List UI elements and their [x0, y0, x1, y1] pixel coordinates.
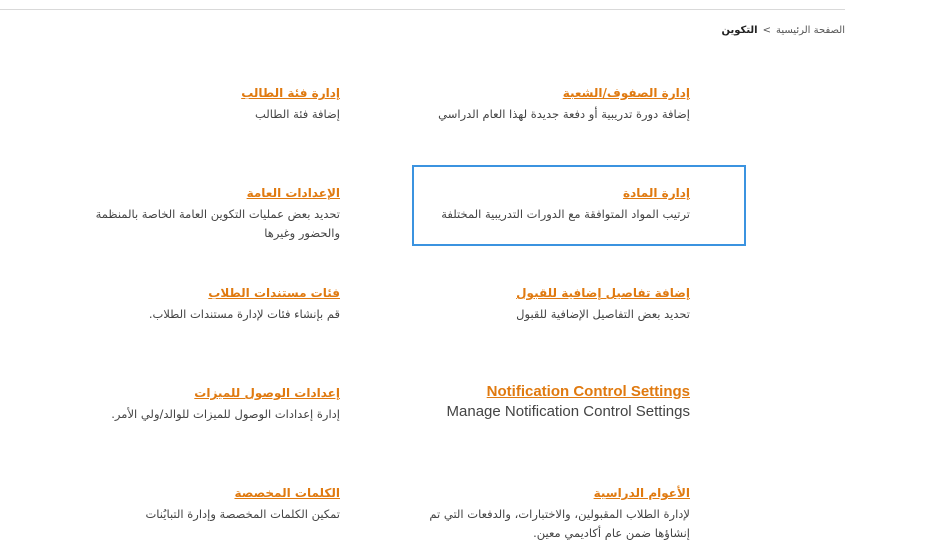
admission-details-description: تحديد بعض التفاصيل الإضافية للقبول [516, 307, 690, 321]
manage-subject-description: ترتيب المواد المتوافقة مع الدورات التدري… [441, 207, 690, 221]
card-student-documents: فئات مستندات الطلاب قم بإنشاء فئات لإدار… [55, 284, 340, 324]
academic-years-link[interactable]: الأعوام الدراسية [410, 484, 690, 502]
manage-classes-link[interactable]: إدارة الصفوف/الشعبة [400, 84, 690, 102]
card-custom-words: الكلمات المخصصة تمكين الكلمات المخصصة وإ… [55, 484, 340, 524]
custom-words-link[interactable]: الكلمات المخصصة [55, 484, 340, 502]
feature-access-description: إدارة إعدادات الوصول للميزات للوالد/ولي … [111, 407, 340, 421]
notification-settings-link[interactable]: Notification Control Settings [400, 383, 690, 401]
student-category-description: إضافة فئة الطالب [254, 107, 340, 121]
card-academic-years: الأعوام الدراسية لإدارة الطلاب المقبولين… [410, 484, 690, 541]
top-divider [0, 9, 845, 10]
card-manage-subject: إدارة المادة ترتيب المواد المتوافقة مع ا… [400, 184, 690, 224]
notification-settings-description: Manage Notification Control Settings [446, 403, 690, 420]
card-feature-access: إعدادات الوصول للميزات إدارة إعدادات الو… [55, 384, 340, 424]
card-admission-details: إضافة تفاصيل إضافية للقبول تحديد بعض الت… [400, 284, 690, 324]
student-category-link[interactable]: إدارة فئة الطالب [55, 84, 340, 102]
card-manage-classes: إدارة الصفوف/الشعبة إضافة دورة تدريبية أ… [400, 84, 690, 124]
custom-words-description: تمكين الكلمات المخصصة وإدارة التبايُنات [145, 507, 340, 521]
breadcrumb-current: التكوين [721, 25, 758, 36]
student-documents-description: قم بإنشاء فئات لإدارة مستندات الطلاب. [148, 307, 340, 321]
academic-years-description: لإدارة الطلاب المقبولين، والاختبارات، وا… [429, 507, 690, 540]
configuration-page: الصفحة الرئيسية > التكوين إدارة الصفوف/الش… [0, 0, 952, 541]
student-documents-link[interactable]: فئات مستندات الطلاب [55, 284, 340, 302]
manage-subject-link[interactable]: إدارة المادة [400, 184, 690, 202]
breadcrumb-home-link[interactable]: الصفحة الرئيسية [776, 25, 845, 36]
general-settings-description: تحديد بعض عمليات التكوين العامة الخاصة ب… [95, 207, 340, 240]
feature-access-link[interactable]: إعدادات الوصول للميزات [55, 384, 340, 402]
card-notification-settings: Notification Control Settings Manage Not… [400, 383, 690, 421]
card-student-category: إدارة فئة الطالب إضافة فئة الطالب [55, 84, 340, 124]
manage-classes-description: إضافة دورة تدريبية أو دفعة جديدة لهذا ال… [438, 107, 690, 121]
card-general-settings: الإعدادات العامة تحديد بعض عمليات التكوي… [55, 184, 340, 243]
breadcrumb: الصفحة الرئيسية > التكوين [722, 25, 846, 36]
general-settings-link[interactable]: الإعدادات العامة [55, 184, 340, 202]
breadcrumb-separator: > [762, 25, 771, 36]
admission-details-link[interactable]: إضافة تفاصيل إضافية للقبول [400, 284, 690, 302]
